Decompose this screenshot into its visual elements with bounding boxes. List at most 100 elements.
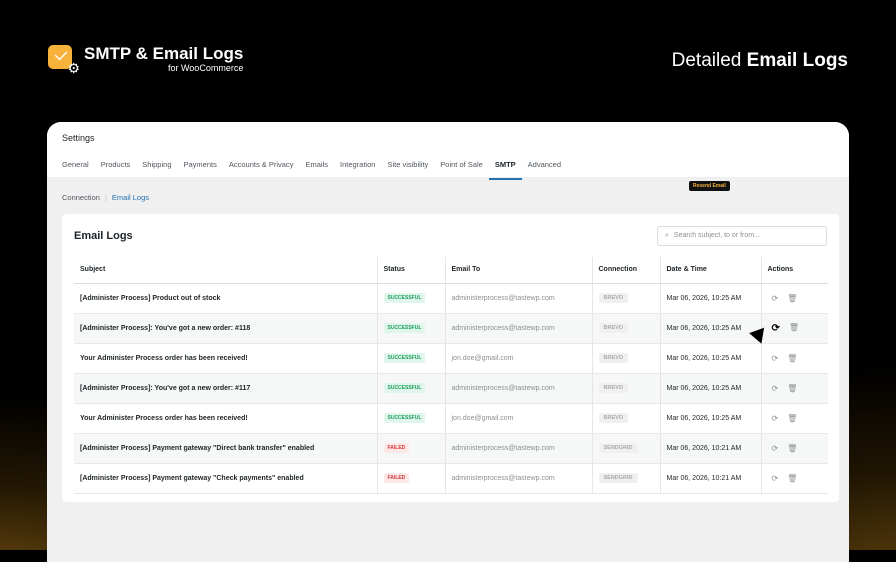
tab-integration[interactable]: Integration: [334, 160, 381, 180]
headline: Detailed Email Logs: [672, 50, 848, 72]
status-cell: SUCCESSFUL: [377, 403, 446, 434]
tab-point-of-sale[interactable]: Point of Sale: [434, 160, 489, 180]
subject-cell: Your Administer Process order has been r…: [74, 403, 378, 434]
table-row: [Administer Process]: You've got a new o…: [74, 373, 828, 404]
tab-payments[interactable]: Payments: [178, 160, 223, 180]
email-logs-table: Subject Status Email To Connection Date & Ti…: [74, 257, 828, 494]
column-header: Connection: [592, 257, 661, 284]
connection-cell: BREVO: [592, 403, 661, 434]
resend-icon[interactable]: ⟳: [772, 384, 779, 393]
search-icon: ⌕: [665, 231, 669, 239]
tab-shipping[interactable]: Shipping: [136, 160, 177, 180]
subject-cell: [Administer Process]: You've got a new o…: [74, 373, 378, 404]
trash-icon[interactable]: 🗑: [787, 414, 797, 423]
subject-cell: Your Administer Process order has been r…: [74, 343, 378, 374]
trash-icon[interactable]: 🗑: [789, 323, 799, 334]
search-placeholder: Search subject, to or from...: [673, 232, 760, 239]
resend-icon[interactable]: ⟳: [772, 414, 779, 423]
table-row: [Administer Process] Product out of stoc…: [74, 283, 828, 314]
date-cell: Mar 06, 2026, 10:21 AM: [660, 463, 762, 494]
trash-icon[interactable]: 🗑: [787, 444, 797, 453]
table-row: Your Administer Process order has been r…: [74, 343, 828, 374]
trash-icon[interactable]: 🗑: [787, 294, 797, 303]
column-header: Date & Time: [660, 257, 762, 284]
tab-advanced[interactable]: Advanced: [522, 160, 567, 180]
status-badge: FAILED: [383, 443, 410, 453]
mail-gear-logo-icon: ⚙: [48, 45, 80, 76]
resend-icon[interactable]: ⟳: [772, 294, 779, 303]
connection-cell: BREVO: [592, 313, 661, 344]
status-badge: FAILED: [383, 473, 410, 483]
connection-cell: BREVO: [592, 283, 661, 314]
table-row: [Administer Process] Payment gateway "Ch…: [74, 463, 828, 494]
status-badge: SUCCESSFUL: [383, 323, 426, 333]
subject-cell: [Administer Process] Product out of stoc…: [74, 283, 378, 314]
tab-site-visibility[interactable]: Site visibility: [381, 160, 434, 180]
connection-badge: BREVO: [598, 293, 629, 303]
trash-icon[interactable]: 🗑: [787, 474, 797, 483]
trash-icon[interactable]: 🗑: [787, 384, 797, 393]
tab-emails[interactable]: Emails: [299, 160, 334, 180]
connection-badge: SENDGRID: [598, 443, 638, 453]
date-cell: Mar 06, 2026, 10:21 AM: [660, 433, 762, 464]
actions-cell: ⟳ 🗑: [761, 313, 828, 344]
search-input[interactable]: ⌕ Search subject, to or from...: [657, 225, 827, 246]
table-row: Your Administer Process order has been r…: [74, 403, 828, 434]
tab-general[interactable]: General: [62, 160, 95, 180]
actions-cell: ⟳ 🗑: [761, 463, 828, 494]
brand-title: SMTP & Email Logs: [84, 44, 244, 63]
resend-icon[interactable]: ⟳: [772, 474, 779, 483]
actions-cell: ⟳ 🗑: [761, 343, 828, 374]
email-to-cell: administerprocess@tastewp.com: [445, 433, 593, 464]
resend-icon[interactable]: ⟳: [772, 323, 780, 334]
table-row: [Administer Process] Payment gateway "Di…: [74, 433, 828, 464]
actions-cell: ⟳ 🗑: [761, 403, 828, 434]
connection-badge: BREVO: [598, 383, 629, 393]
status-cell: SUCCESSFUL: [377, 283, 446, 314]
connection-cell: SENDGRID: [592, 433, 661, 464]
trash-icon[interactable]: 🗑: [787, 354, 797, 363]
connection-badge: BREVO: [598, 323, 629, 333]
email-to-cell: administerprocess@tastewp.com: [445, 463, 593, 494]
date-cell: Mar 06, 2026, 10:25 AM: [660, 283, 762, 314]
headline-bold: Email Logs: [746, 50, 848, 71]
date-cell: Mar 06, 2026, 10:25 AM: [660, 313, 762, 344]
subnav-separator: |: [104, 193, 107, 202]
status-cell: FAILED: [377, 463, 446, 494]
connection-cell: BREVO: [592, 343, 661, 374]
status-cell: SUCCESSFUL: [377, 373, 446, 404]
connection-badge: SENDGRID: [598, 473, 638, 483]
status-badge: SUCCESSFUL: [383, 383, 426, 393]
email-logs-panel: Email Logs ⌕ Search subject, to or from..…: [62, 214, 839, 502]
status-badge: SUCCESSFUL: [383, 353, 426, 363]
tab-accounts-privacy[interactable]: Accounts & Privacy: [223, 160, 300, 180]
subject-cell: [Administer Process] Payment gateway "Ch…: [74, 463, 378, 494]
status-cell: SUCCESSFUL: [377, 343, 446, 374]
panel-title: Email Logs: [74, 229, 133, 242]
status-cell: SUCCESSFUL: [377, 313, 446, 344]
tab-products[interactable]: Products: [95, 160, 137, 180]
status-cell: FAILED: [377, 433, 446, 464]
resend-icon[interactable]: ⟳: [772, 444, 779, 453]
page-title: Settings: [62, 133, 95, 143]
subnav-connection[interactable]: Connection: [62, 193, 100, 202]
table-row: [Administer Process]: You've got a new o…: [74, 313, 828, 344]
actions-cell: ⟳ 🗑: [761, 373, 828, 404]
email-to-cell: jon.doe@gmail.com: [445, 403, 593, 434]
date-cell: Mar 06, 2026, 10:25 AM: [660, 403, 762, 434]
actions-cell: ⟳ 🗑: [761, 283, 828, 314]
date-cell: Mar 06, 2026, 10:25 AM: [660, 343, 762, 374]
connection-cell: BREVO: [592, 373, 661, 404]
subject-cell: [Administer Process]: You've got a new o…: [74, 313, 378, 344]
brand-subtitle: for WooCommerce: [167, 63, 244, 73]
subnav-email-logs[interactable]: Email Logs: [112, 193, 149, 202]
tab-smtp[interactable]: SMTP: [488, 160, 522, 180]
column-header: Status: [377, 257, 446, 284]
email-to-cell: administerprocess@tastewp.com: [445, 313, 593, 344]
email-to-cell: jon.doe@gmail.com: [445, 343, 593, 374]
connection-cell: SENDGRID: [592, 463, 661, 494]
brand: ⚙ SMTP & Email Logs for WooCommerce: [48, 44, 244, 76]
connection-badge: BREVO: [598, 353, 629, 363]
date-cell: Mar 06, 2026, 10:25 AM: [660, 373, 762, 404]
resend-icon[interactable]: ⟳: [772, 354, 779, 363]
